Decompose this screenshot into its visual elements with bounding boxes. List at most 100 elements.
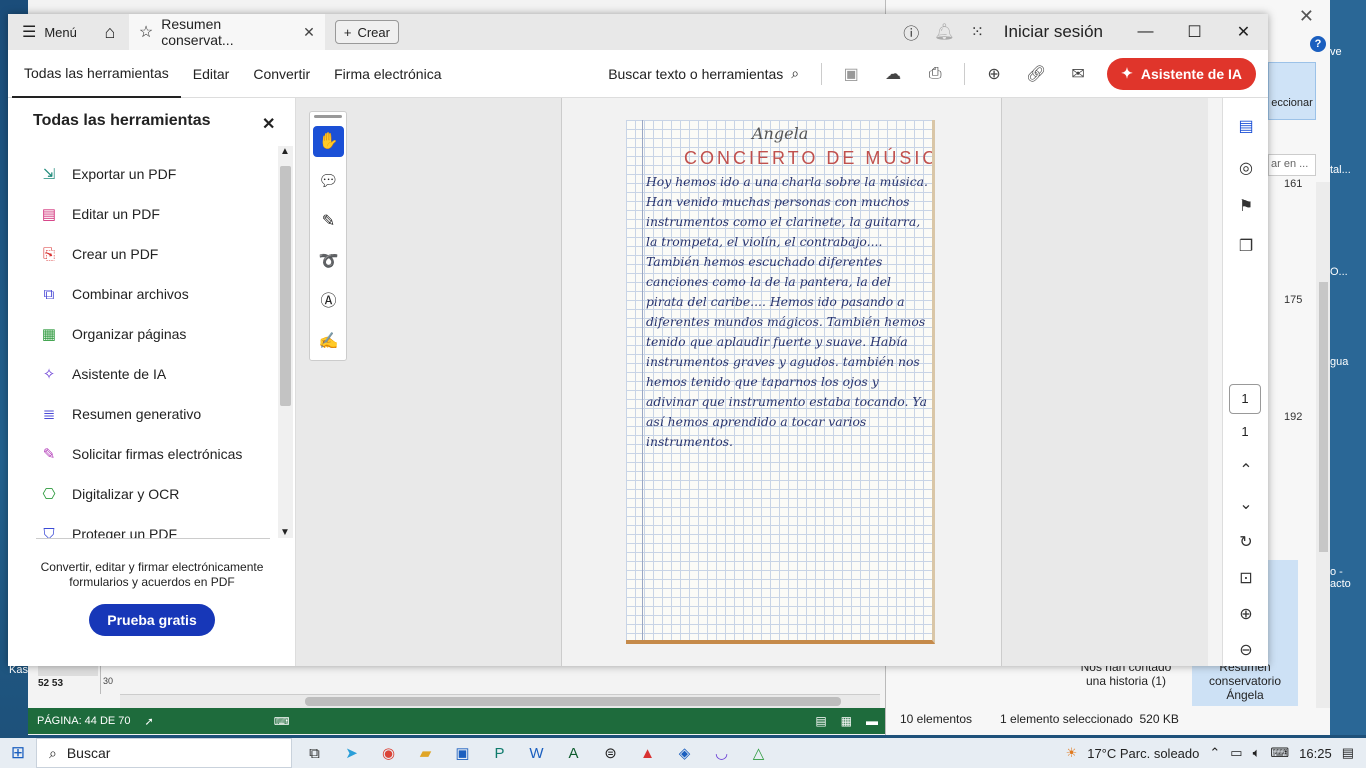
sign-in-button[interactable]: Iniciar sesión <box>994 22 1121 42</box>
zoom-out-icon[interactable]: ⊖ <box>1223 640 1269 660</box>
proofing-icon[interactable]: ⌨ <box>274 715 290 728</box>
explorer-scrollbar[interactable] <box>1316 182 1331 708</box>
notifications-icon[interactable]: ▤ <box>1342 745 1354 761</box>
close-icon[interactable]: ✕ <box>1299 6 1314 27</box>
chevron-down-icon[interactable]: ⌄ <box>1223 494 1269 514</box>
save-icon[interactable]: ▣ <box>830 64 872 84</box>
scroll-thumb[interactable] <box>305 697 841 706</box>
read-mode-icon[interactable]: ▤ <box>815 714 826 728</box>
rotate-icon[interactable]: ↻ <box>1223 532 1269 552</box>
tool-generative-summary[interactable]: ≣ Resumen generativo <box>38 394 278 434</box>
tool-export-pdf[interactable]: ⇲ Exportar un PDF <box>38 154 278 194</box>
tool-request-signatures[interactable]: ✎ Solicitar firmas electrónicas <box>38 434 278 474</box>
task-view-icon[interactable]: ⧉ <box>296 745 333 762</box>
zoom-in-icon[interactable]: ⊕ <box>1223 604 1269 624</box>
tool-ai-assistant[interactable]: ✧ Asistente de IA <box>38 354 278 394</box>
tab-edit[interactable]: Editar <box>181 50 242 98</box>
tool-create-pdf[interactable]: ⎘ Crear un PDF <box>38 234 278 274</box>
word-horizontal-scrollbar[interactable] <box>120 694 880 708</box>
file-name: Resumen conservatorio Ángela <box>1208 660 1282 702</box>
publisher-icon[interactable]: P <box>481 745 518 762</box>
apps-grid-icon[interactable]: ⁙ <box>961 22 994 42</box>
remote-icon[interactable]: ⊜ <box>592 744 629 762</box>
comment-icon[interactable]: 💬︎ <box>313 166 344 197</box>
sign-icon[interactable]: ✍ <box>313 326 344 357</box>
hamburger-icon: ☰ <box>22 24 37 41</box>
acrobat-icon[interactable]: ▲ <box>629 745 666 762</box>
tray-expand-icon[interactable]: ⌃ <box>1209 745 1220 761</box>
close-panel-icon[interactable]: ✕ <box>262 114 275 134</box>
ai-assistant-button[interactable]: ✦ Asistente de IA <box>1107 57 1256 90</box>
search-tools-button[interactable]: Buscar texto o herramientas ⌕ <box>608 65 813 82</box>
word-page-indicator[interactable]: PÁGINA: 44 DE 70 <box>37 715 131 727</box>
organize-pages-icon: ▦ <box>41 326 57 343</box>
document-tab[interactable]: ☆ Resumen conservat... ✕ <box>128 14 325 50</box>
tool-combine-files[interactable]: ⧉ Combinar archivos <box>38 274 278 314</box>
create-button[interactable]: + Crear <box>334 20 399 44</box>
print-layout-icon[interactable]: ▦ <box>841 714 852 728</box>
headset-icon[interactable]: ◡ <box>703 744 740 762</box>
tool-organize-pages[interactable]: ▦ Organizar páginas <box>38 314 278 354</box>
taskbar-search[interactable]: ⌕ Buscar <box>36 738 292 768</box>
page-number-input[interactable]: 1 <box>1229 384 1261 414</box>
select-ribbon-button[interactable]: eccionar <box>1268 62 1316 120</box>
document-scrollbar[interactable] <box>1208 98 1222 666</box>
clock[interactable]: 16:25 <box>1299 746 1332 761</box>
folder-icon[interactable]: ▰ <box>407 744 444 762</box>
app-a-icon[interactable]: A <box>555 745 592 762</box>
word-icon[interactable]: W <box>518 745 555 762</box>
drag-handle[interactable] <box>314 115 342 118</box>
maximize-icon[interactable]: ☐ <box>1170 22 1219 42</box>
text-select-icon[interactable]: Ⓐ <box>313 286 344 317</box>
close-tab-icon[interactable]: ✕ <box>303 24 315 41</box>
bookmark-icon[interactable]: ⚑ <box>1223 196 1269 216</box>
tool-scan-ocr[interactable]: ⎔ Digitalizar y OCR <box>38 474 278 514</box>
zoom-slider-icon[interactable]: ▬ <box>866 714 878 728</box>
free-trial-button[interactable]: Prueba gratis <box>89 604 215 636</box>
notification-bell-icon[interactable]: 🔔︎ <box>928 22 961 42</box>
pages-icon[interactable]: ❐ <box>1223 236 1269 256</box>
upload-cloud-icon[interactable]: ☁ <box>872 64 914 84</box>
highlight-pen-icon[interactable]: ✎ <box>313 206 344 237</box>
link-icon[interactable]: 🔗︎ <box>1015 64 1057 84</box>
telegram-icon[interactable]: ➤ <box>333 744 370 762</box>
network-icon[interactable]: ▭ <box>1230 745 1242 761</box>
page-fit-icon[interactable]: ⊡ <box>1223 568 1269 588</box>
scroll-thumb[interactable] <box>1319 282 1328 552</box>
windows-start-icon[interactable]: ⊞ <box>0 743 36 763</box>
scroll-up-icon[interactable]: ▲ <box>280 146 290 157</box>
drive-icon[interactable]: △ <box>740 744 777 762</box>
hand-tool-icon[interactable]: ✋ <box>313 126 344 157</box>
tool-edit-pdf[interactable]: ▤ Editar un PDF <box>38 194 278 234</box>
scroll-down-icon[interactable]: ▼ <box>280 527 290 538</box>
print-icon[interactable]: ⎙ <box>914 65 956 83</box>
keyboard-icon[interactable]: ⌨ <box>1270 745 1289 761</box>
generative-summary-icon[interactable]: ▤ <box>1223 116 1269 136</box>
vpn-icon[interactable]: ◈ <box>666 744 703 762</box>
minimize-icon[interactable]: — <box>1121 23 1170 41</box>
weather-text[interactable]: 17°C Parc. soleado <box>1087 746 1199 761</box>
home-icon[interactable]: ⌂ <box>91 22 129 43</box>
mail-icon[interactable]: ✉ <box>1057 64 1099 84</box>
tab-convert[interactable]: Convertir <box>241 50 322 98</box>
tool-protect-pdf[interactable]: ⛉ Proteger un PDF <box>38 514 278 539</box>
weather-icon[interactable]: ☀ <box>1066 745 1078 761</box>
tab-all-tools[interactable]: Todas las herramientas <box>12 50 181 98</box>
share-user-icon[interactable]: ⊕ <box>973 64 1015 84</box>
scroll-thumb[interactable] <box>280 166 291 406</box>
tab-e-signature[interactable]: Firma electrónica <box>322 50 453 98</box>
explorer-search-input[interactable]: ar en ... <box>1268 154 1316 176</box>
chrome-icon[interactable]: ◉ <box>370 744 407 762</box>
help-icon[interactable]: ? <box>1310 36 1326 52</box>
comments-icon[interactable]: ◎ <box>1223 158 1269 178</box>
star-icon[interactable]: ☆ <box>139 22 153 42</box>
volume-icon[interactable]: 🔈︎ <box>1253 745 1261 761</box>
panel-scrollbar[interactable]: ▲ ▼ <box>278 146 293 538</box>
close-window-icon[interactable]: ✕ <box>1219 22 1268 42</box>
store-icon[interactable]: ▣ <box>444 744 481 762</box>
draw-icon[interactable]: ➰ <box>313 246 344 277</box>
menu-button[interactable]: ☰ Menú <box>8 14 91 50</box>
help-icon[interactable]: ⓘ <box>895 20 928 44</box>
word-page-thumbnails[interactable]: 52 53 <box>38 666 98 706</box>
chevron-up-icon[interactable]: ⌃ <box>1223 460 1269 480</box>
